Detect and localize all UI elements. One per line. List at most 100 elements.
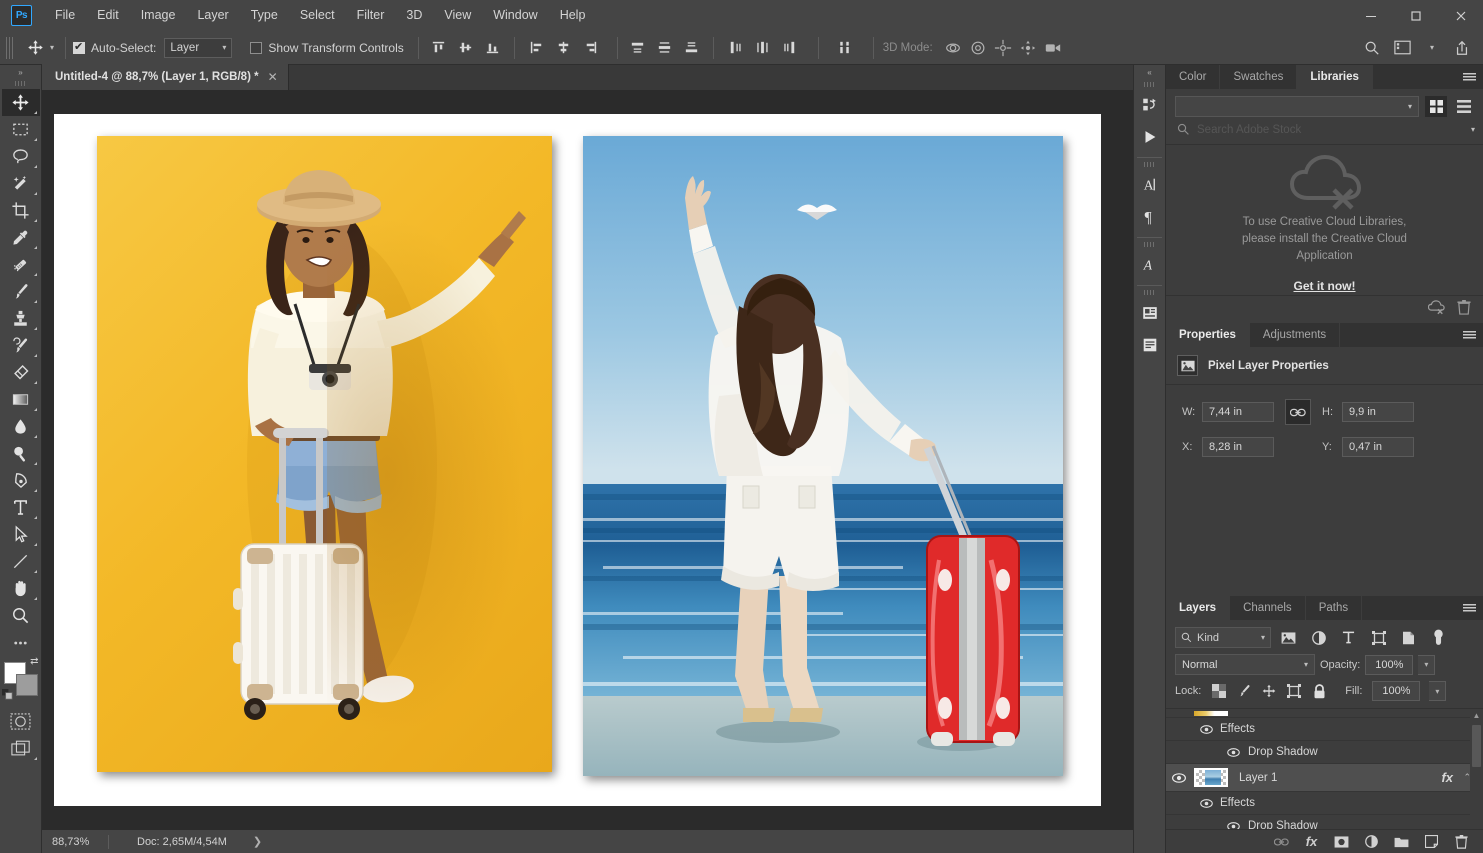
actions-panel-icon[interactable] bbox=[1135, 121, 1164, 153]
effects-visibility-toggle[interactable] bbox=[1192, 796, 1220, 811]
tab-properties[interactable]: Properties bbox=[1166, 323, 1250, 347]
search-icon[interactable] bbox=[1359, 35, 1385, 61]
paragraph-panel-icon[interactable]: ¶ bbox=[1135, 201, 1164, 233]
align-and-distribute-options-icon[interactable] bbox=[832, 36, 857, 60]
layer-mask-icon[interactable] bbox=[1334, 834, 1349, 849]
photo-woman-beach[interactable] bbox=[583, 136, 1063, 776]
table-row[interactable] bbox=[1166, 709, 1483, 718]
zoom-level[interactable]: 88,73% bbox=[42, 836, 108, 848]
eyedropper-tool[interactable] bbox=[2, 224, 40, 251]
panel-menu-icon[interactable] bbox=[1463, 65, 1476, 89]
expand-panels-icon[interactable]: » bbox=[0, 65, 41, 79]
effect-visibility-toggle[interactable] bbox=[1192, 745, 1248, 760]
width-input[interactable]: 7,44 in bbox=[1202, 402, 1274, 422]
align-bottom-edges-icon[interactable] bbox=[480, 36, 505, 60]
opacity-stepper-icon[interactable]: ▾ bbox=[1418, 654, 1436, 675]
history-brush-tool[interactable] bbox=[2, 332, 40, 359]
line-tool[interactable] bbox=[2, 548, 40, 575]
type-filter-icon[interactable] bbox=[1336, 627, 1361, 648]
show-transform-controls-checkbox[interactable]: Show Transform Controls bbox=[250, 41, 404, 55]
zoom-3d-camera-tool-icon[interactable] bbox=[1041, 36, 1066, 60]
lock-all-icon[interactable] bbox=[1311, 683, 1327, 699]
rail-grip-1[interactable] bbox=[1144, 82, 1155, 87]
rectangular-marquee-tool[interactable] bbox=[2, 116, 40, 143]
distribute-vertical-centers-icon[interactable] bbox=[652, 36, 677, 60]
horizontal-type-tool[interactable] bbox=[2, 494, 40, 521]
collapse-panels-icon[interactable]: « bbox=[1134, 65, 1165, 79]
history-panel-icon[interactable] bbox=[1135, 89, 1164, 121]
share-icon[interactable] bbox=[1449, 35, 1475, 61]
table-row[interactable]: Effects bbox=[1166, 718, 1483, 741]
tab-layers[interactable]: Layers bbox=[1166, 596, 1231, 620]
auto-select-checkbox-box[interactable] bbox=[73, 40, 86, 54]
lock-position-icon[interactable] bbox=[1261, 683, 1277, 699]
link-layers-icon[interactable] bbox=[1274, 834, 1289, 849]
align-left-edges-icon[interactable] bbox=[524, 36, 549, 60]
screen-mode-icon[interactable] bbox=[2, 735, 40, 762]
auto-select-scope-dropdown[interactable]: Layer ▾ bbox=[164, 37, 233, 58]
shape-filter-icon[interactable] bbox=[1366, 627, 1391, 648]
delete-icon[interactable] bbox=[1457, 300, 1471, 315]
menu-file[interactable]: File bbox=[44, 0, 86, 31]
chevron-up-icon[interactable]: ▲ bbox=[1470, 709, 1483, 722]
tab-swatches[interactable]: Swatches bbox=[1220, 65, 1298, 89]
path-selection-tool[interactable] bbox=[2, 521, 40, 548]
pen-tool[interactable] bbox=[2, 467, 40, 494]
table-row[interactable]: Effects bbox=[1166, 792, 1483, 815]
layer-visibility-toggle[interactable] bbox=[1166, 772, 1192, 783]
spot-healing-brush-tool[interactable] bbox=[2, 251, 40, 278]
distribute-horizontal-centers-icon[interactable] bbox=[750, 36, 775, 60]
canvas-area[interactable] bbox=[42, 91, 1133, 829]
fill-value[interactable]: 100% bbox=[1372, 681, 1421, 701]
menu-window[interactable]: Window bbox=[482, 0, 548, 31]
table-row[interactable]: Layer 1 fx ⌃ bbox=[1166, 764, 1483, 792]
distribute-left-edges-icon[interactable] bbox=[723, 36, 748, 60]
distribute-right-edges-icon[interactable] bbox=[777, 36, 802, 60]
auto-select-checkbox[interactable]: Auto-Select: bbox=[73, 40, 156, 55]
layers-scrollbar[interactable]: ▲ ▼ bbox=[1470, 709, 1483, 838]
panel-menu-icon[interactable] bbox=[1463, 596, 1476, 620]
align-top-edges-icon[interactable] bbox=[426, 36, 451, 60]
gradient-tool[interactable] bbox=[2, 386, 40, 413]
delete-layer-icon[interactable] bbox=[1454, 834, 1469, 849]
photo-woman-yellow-background[interactable] bbox=[97, 136, 552, 772]
options-bar-grip[interactable] bbox=[6, 36, 15, 59]
adjustment-layer-icon[interactable] bbox=[1364, 834, 1379, 849]
menu-edit[interactable]: Edit bbox=[86, 0, 130, 31]
tab-adjustments[interactable]: Adjustments bbox=[1250, 323, 1341, 347]
height-input[interactable]: 9,9 in bbox=[1342, 402, 1414, 422]
lasso-tool[interactable] bbox=[2, 143, 40, 170]
menu-layer[interactable]: Layer bbox=[186, 0, 239, 31]
new-group-icon[interactable] bbox=[1394, 834, 1409, 849]
tools-panel-grip[interactable] bbox=[15, 81, 26, 86]
scrollbar-thumb[interactable] bbox=[1472, 725, 1481, 767]
filter-kind-dropdown[interactable]: Kind ▾ bbox=[1175, 627, 1271, 648]
menu-select[interactable]: Select bbox=[289, 0, 346, 31]
table-row[interactable]: Drop Shadow bbox=[1166, 741, 1483, 764]
character-panel-icon[interactable]: A bbox=[1135, 169, 1164, 201]
roll-3d-tool-icon[interactable] bbox=[966, 36, 991, 60]
distribute-top-edges-icon[interactable] bbox=[625, 36, 650, 60]
new-layer-icon[interactable] bbox=[1424, 834, 1439, 849]
properties-panel-icon[interactable] bbox=[1135, 297, 1164, 329]
quick-mask-icon[interactable] bbox=[2, 708, 40, 735]
align-horizontal-centers-icon[interactable] bbox=[551, 36, 576, 60]
y-input[interactable]: 0,47 in bbox=[1342, 437, 1414, 457]
swap-colors-icon[interactable]: ⇄ bbox=[30, 656, 38, 667]
menu-view[interactable]: View bbox=[433, 0, 482, 31]
paragraph-styles-panel-icon[interactable] bbox=[1135, 329, 1164, 361]
effects-visibility-toggle[interactable] bbox=[1192, 722, 1220, 737]
tab-color[interactable]: Color bbox=[1166, 65, 1221, 89]
align-vertical-centers-icon[interactable] bbox=[453, 36, 478, 60]
lock-artboard-nesting-icon[interactable] bbox=[1286, 683, 1302, 699]
sync-off-icon[interactable] bbox=[1428, 300, 1445, 315]
chevron-down-icon[interactable]: ▾ bbox=[1419, 35, 1445, 61]
rail-grip-3[interactable] bbox=[1144, 242, 1155, 247]
layer-style-icon[interactable]: fx bbox=[1304, 834, 1319, 849]
panel-menu-icon[interactable] bbox=[1463, 323, 1476, 347]
layer-effects-badge[interactable]: fx bbox=[1441, 770, 1453, 785]
grid-view-icon[interactable] bbox=[1425, 96, 1447, 117]
current-tool-preview[interactable]: ▾ bbox=[19, 36, 58, 60]
list-view-icon[interactable] bbox=[1453, 96, 1475, 117]
orbit-3d-tool-icon[interactable] bbox=[941, 36, 966, 60]
